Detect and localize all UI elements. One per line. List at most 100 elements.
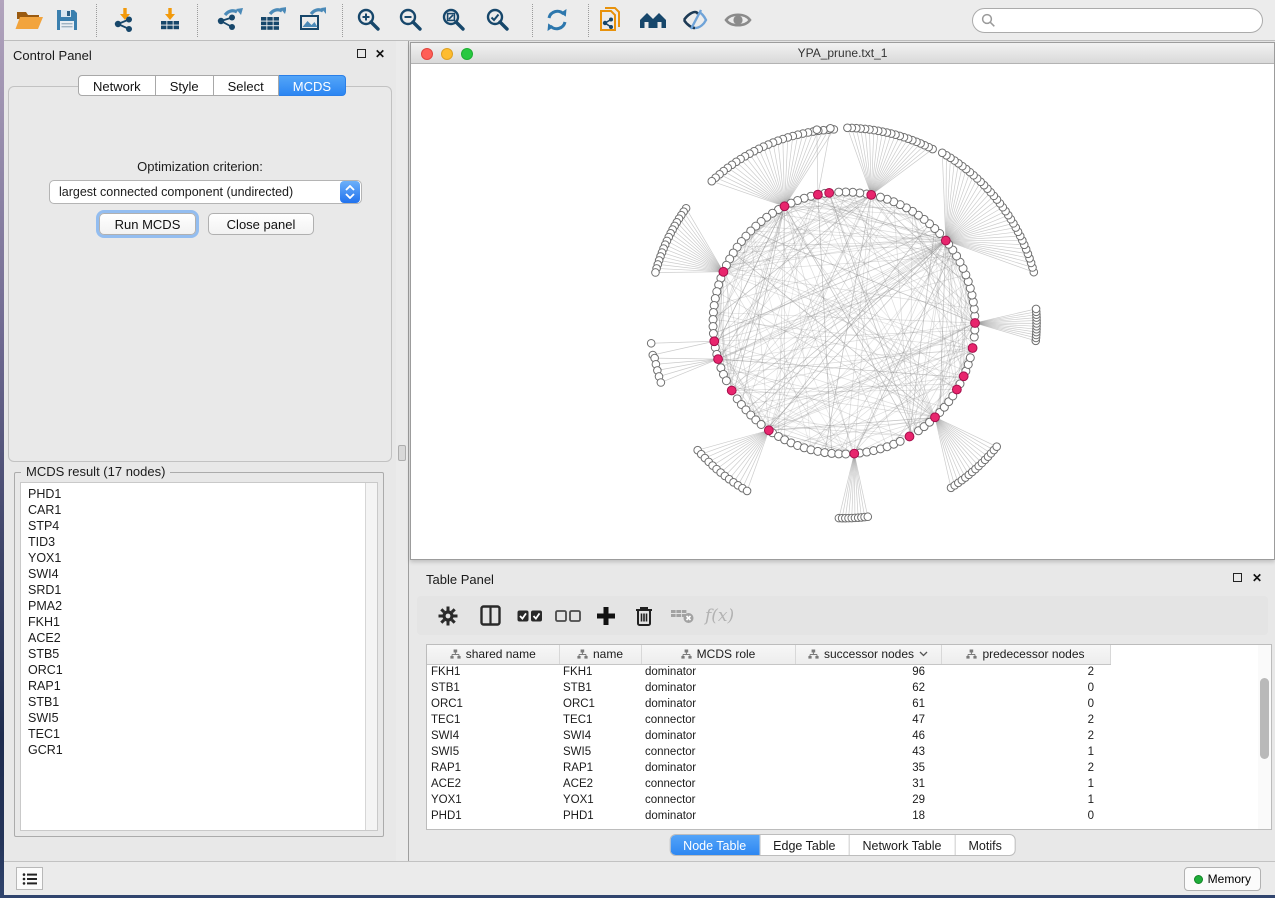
table-scrollbar[interactable] bbox=[1258, 645, 1271, 829]
table-cell: PHD1 bbox=[559, 808, 641, 824]
tab-edge-table[interactable]: Edge Table bbox=[759, 835, 848, 855]
tab-select[interactable]: Select bbox=[214, 75, 279, 96]
column-header-successor-nodes[interactable]: successor nodes bbox=[795, 645, 941, 664]
mcds-result-item[interactable]: SWI5 bbox=[28, 710, 377, 726]
criterion-dropdown[interactable]: largest connected component (undirected) bbox=[49, 180, 362, 204]
show-graphics-details-icon[interactable] bbox=[719, 2, 757, 38]
tab-network-table[interactable]: Network Table bbox=[849, 835, 955, 855]
table-cell: dominator bbox=[641, 760, 795, 776]
home-pages-icon[interactable] bbox=[634, 2, 672, 38]
network-canvas[interactable] bbox=[411, 64, 1274, 559]
search-field[interactable] bbox=[972, 8, 1263, 33]
run-mcds-button[interactable]: Run MCDS bbox=[99, 213, 196, 235]
table-toolbar: f(x) bbox=[417, 596, 1268, 635]
export-table-icon[interactable] bbox=[253, 2, 291, 38]
export-network-icon[interactable] bbox=[210, 2, 248, 38]
import-table-icon[interactable] bbox=[151, 2, 189, 38]
toolbar-separator bbox=[532, 4, 533, 37]
table-row[interactable]: ORC1ORC1dominator610 bbox=[427, 696, 1110, 712]
zoom-in-icon[interactable] bbox=[350, 2, 388, 38]
refresh-icon[interactable] bbox=[538, 2, 576, 38]
table-row[interactable]: PHD1PHD1dominator180 bbox=[427, 808, 1110, 824]
mcds-result-item[interactable]: TEC1 bbox=[28, 726, 377, 742]
table-row[interactable]: TEC1TEC1connector472 bbox=[427, 712, 1110, 728]
column-header-MCDS-role[interactable]: MCDS role bbox=[641, 645, 795, 664]
tab-node-table[interactable]: Node Table bbox=[670, 835, 759, 855]
mcds-result-item[interactable]: STB1 bbox=[28, 694, 377, 710]
table-cell: connector bbox=[641, 792, 795, 808]
float-table-panel-icon[interactable] bbox=[1233, 572, 1242, 584]
panel-splitter[interactable] bbox=[396, 41, 409, 861]
table-row[interactable]: SWI5SWI5connector431 bbox=[427, 744, 1110, 760]
splitter-handle[interactable] bbox=[398, 445, 406, 461]
tab-motifs[interactable]: Motifs bbox=[954, 835, 1014, 855]
mcds-result-item[interactable]: FKH1 bbox=[28, 614, 377, 630]
memory-button[interactable]: Memory bbox=[1184, 867, 1261, 891]
zoom-out-icon[interactable] bbox=[392, 2, 430, 38]
share-document-icon[interactable] bbox=[592, 2, 630, 38]
table-cell: connector bbox=[641, 744, 795, 760]
mcds-result-item[interactable]: CAR1 bbox=[28, 502, 377, 518]
import-network-icon[interactable] bbox=[107, 2, 145, 38]
open-file-icon[interactable] bbox=[10, 2, 48, 38]
mcds-result-item[interactable]: SRD1 bbox=[28, 582, 377, 598]
show-column-icon[interactable] bbox=[471, 599, 509, 633]
zoom-selected-icon[interactable] bbox=[479, 2, 517, 38]
float-panel-icon[interactable] bbox=[357, 48, 366, 60]
mcds-result-item[interactable]: ACE2 bbox=[28, 630, 377, 646]
deselect-all-icon[interactable] bbox=[549, 599, 587, 633]
save-session-icon[interactable] bbox=[48, 2, 86, 38]
task-history-icon[interactable] bbox=[16, 867, 43, 890]
table-panel: Table Panel ✕ bbox=[410, 565, 1275, 858]
table-scrollbar-thumb[interactable] bbox=[1260, 678, 1269, 759]
table-row[interactable]: SWI4SWI4dominator462 bbox=[427, 728, 1110, 744]
mcds-result-item[interactable]: TID3 bbox=[28, 534, 377, 550]
table-cell: dominator bbox=[641, 664, 795, 680]
mcds-result-item[interactable]: GCR1 bbox=[28, 742, 377, 758]
control-panel: Control Panel ✕ NetworkStyleSelectMCDS O… bbox=[4, 41, 396, 861]
mcds-result-item[interactable]: RAP1 bbox=[28, 678, 377, 694]
window-minimize-icon[interactable] bbox=[441, 48, 453, 60]
mcds-result-item[interactable]: STB5 bbox=[28, 646, 377, 662]
table-row[interactable]: FKH1FKH1dominator962 bbox=[427, 664, 1110, 680]
mcds-result-item[interactable]: YOX1 bbox=[28, 550, 377, 566]
mcds-list-scrollbar[interactable] bbox=[365, 483, 377, 830]
delete-column-icon[interactable] bbox=[625, 599, 663, 633]
column-header-shared-name[interactable]: shared name bbox=[427, 645, 559, 664]
delete-table-icon[interactable] bbox=[663, 599, 701, 633]
mcds-result-item[interactable]: PHD1 bbox=[28, 486, 377, 502]
mcds-result-item[interactable]: PMA2 bbox=[28, 598, 377, 614]
close-table-panel-icon[interactable]: ✕ bbox=[1252, 572, 1262, 584]
column-header-predecessor-nodes[interactable]: predecessor nodes bbox=[941, 645, 1110, 664]
table-row[interactable]: YOX1YOX1connector291 bbox=[427, 792, 1110, 808]
table-row[interactable]: ACE2ACE2connector311 bbox=[427, 776, 1110, 792]
mcds-result-item[interactable]: SWI4 bbox=[28, 566, 377, 582]
mcds-result-item[interactable]: ORC1 bbox=[28, 662, 377, 678]
tab-mcds[interactable]: MCDS bbox=[279, 75, 346, 96]
select-all-icon[interactable] bbox=[511, 599, 549, 633]
table-row[interactable]: RAP1RAP1dominator352 bbox=[427, 760, 1110, 776]
table-row[interactable]: STB1STB1dominator620 bbox=[427, 680, 1110, 696]
tab-network[interactable]: Network bbox=[78, 75, 156, 96]
window-zoom-icon[interactable] bbox=[461, 48, 473, 60]
table-cell: connector bbox=[641, 712, 795, 728]
tab-style[interactable]: Style bbox=[156, 75, 214, 96]
network-window-titlebar[interactable]: YPA_prune.txt_1 bbox=[411, 43, 1274, 64]
close-panel-button[interactable]: Close panel bbox=[208, 213, 314, 235]
window-close-icon[interactable] bbox=[421, 48, 433, 60]
close-panel-icon[interactable]: ✕ bbox=[375, 48, 385, 60]
hide-graphics-details-icon[interactable] bbox=[676, 2, 714, 38]
settings-gear-icon[interactable] bbox=[429, 599, 467, 633]
function-builder-icon[interactable]: f(x) bbox=[705, 606, 734, 626]
mcds-result-list[interactable]: PHD1CAR1STP4TID3YOX1SWI4SRD1PMA2FKH1ACE2… bbox=[20, 482, 378, 831]
export-image-icon[interactable] bbox=[293, 2, 331, 38]
node-table[interactable]: shared namenameMCDS rolesuccessor nodesp… bbox=[426, 644, 1272, 830]
add-column-icon[interactable] bbox=[587, 599, 625, 633]
table-cell: ACE2 bbox=[427, 776, 559, 792]
column-header-name[interactable]: name bbox=[559, 645, 641, 664]
search-icon bbox=[981, 13, 996, 28]
search-input[interactable] bbox=[996, 14, 1262, 28]
mcds-result-item[interactable]: STP4 bbox=[28, 518, 377, 534]
table-cell: 43 bbox=[795, 744, 941, 760]
zoom-fit-icon[interactable] bbox=[435, 2, 473, 38]
